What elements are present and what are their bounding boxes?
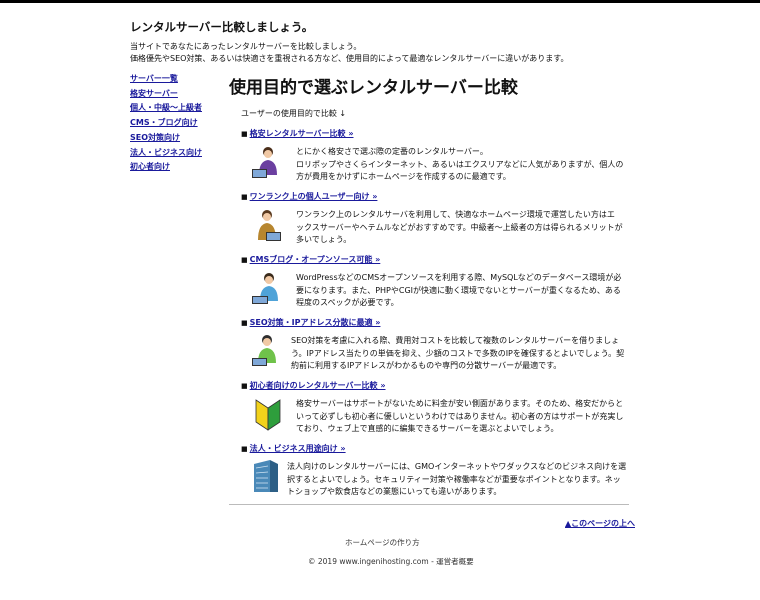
sidebar-item-business[interactable]: 法人・ビジネス向け (130, 146, 202, 161)
sidebar-item-seo[interactable]: SEO対策向け (130, 131, 202, 146)
section-description: 法人向けのレンタルサーバーには、GMOインターネットやワダックスなどのビジネス向… (287, 461, 626, 499)
footer-link-howto[interactable]: ホームページの作り方 (345, 537, 420, 548)
section-heading: ■ SEO対策・IPアドレス分散に最適 » (241, 317, 380, 328)
sidebar-item-personal[interactable]: 個人・中級～上級者 (130, 101, 202, 116)
bullet-icon: ■ (241, 255, 248, 264)
sidebar-nav: サーバー一覧 格安サーバー 個人・中級～上級者 CMS・ブログ向け SEO対策向… (130, 72, 202, 175)
copyright-text: © 2019 www.ingenihosting.com - 運営者概要 (308, 557, 474, 566)
section-link-beginner[interactable]: 初心者向けのレンタルサーバー比較 » (250, 380, 386, 391)
description-line: ロリポップやさくらインターネット、あるいはエクスリアなどに人気がありますが、個人… (296, 159, 624, 169)
section-description: とにかく格安さで選ぶ際の定番のレンタルサーバー。 ロリポップやさくらインターネッ… (296, 146, 623, 184)
intro-line: 当サイトであなたにあったレンタルサーバーを比較しましょう。 (130, 42, 362, 51)
description-line: 択するとよいでしょう。セキュリティー対策や稼働率などが重要なポイントとなります。… (287, 474, 621, 484)
section-description: ワンランク上のレンタルサーバを利用して、快適なホームページ環境で運営したい方はエ… (296, 209, 623, 247)
description-line: 法人向けのレンタルサーバーには、GMOインターネットやワダックスなどのビジネス向… (287, 462, 627, 471)
description-line: 程度のスペックが必要です。 (296, 298, 399, 307)
section-description: SEO対策を考慮に入れる際、費用対コストを比較して複数のレンタルサーバーを借りま… (291, 335, 624, 373)
sidebar-item-beginner[interactable]: 初心者向け (130, 160, 202, 175)
section-link-business[interactable]: 法人・ビジネス用途向け » (250, 443, 346, 454)
top-border (0, 0, 760, 3)
sidebar-item-cms[interactable]: CMS・ブログ向け (130, 116, 202, 131)
person-laptop-icon (252, 147, 277, 178)
description-line: いって必ずしも初心者に優しいというわけではありません。初心者の方はサポートが充実… (296, 411, 624, 421)
divider (229, 504, 629, 505)
description-line: 方が費用をかけずにホームページを作成するのに最適です。 (296, 172, 511, 181)
bullet-icon: ■ (241, 192, 248, 201)
section-heading: ■ CMSブログ・オープンソース可能 » (241, 254, 380, 265)
section-description: WordPressなどのCMSオープンソースを利用する際、MySQLなどのデータ… (296, 272, 621, 310)
description-line: ックスサーバーやヘテムルなどがおすすめです。中級者～上級者の方は得られるメリット… (296, 222, 623, 232)
description-line: トショップや飲食店などの業態にいっても違いがあります。 (287, 487, 502, 496)
description-line: ワンランク上のレンタルサーバを利用して、快適なホームページ環境で運営したい方はエ (296, 210, 615, 219)
bullet-icon: ■ (241, 381, 248, 390)
site-intro: 当サイトであなたにあったレンタルサーバーを比較しましょう。 価格優先やSEO対策… (130, 41, 569, 65)
description-line: ており、ウェブ上で直感的に編集できるサーバーを選ぶとよいでしょう。 (296, 424, 559, 433)
person-laptop-icon (252, 335, 276, 366)
sidebar-item-server-list[interactable]: サーバー一覧 (130, 72, 202, 87)
description-line: 要になります。また、PHPやCGIが快適に動く環境でないとサーバーが重くなるため… (296, 285, 621, 295)
section-heading: ■ 法人・ビジネス用途向け » (241, 443, 346, 454)
intro-line: 価格優先やSEO対策、あるいは快適さを重視される方など、使用目的によって最適なレ… (130, 54, 569, 63)
bullet-icon: ■ (241, 444, 248, 453)
section-link-cheap[interactable]: 格安レンタルサーバー比較 » (250, 128, 354, 139)
person-laptop-icon (252, 273, 278, 304)
description-line: WordPressなどのCMSオープンソースを利用する際、MySQLなどのデータ… (296, 273, 622, 282)
page-top-link[interactable]: ▲このページの上へ (565, 518, 635, 529)
site-title: レンタルサーバー比較しましょう。 (130, 20, 314, 34)
office-building-icon (254, 460, 278, 492)
section-heading: ■ ワンランク上の個人ユーザー向け » (241, 191, 377, 202)
description-line: SEO対策を考慮に入れる際、費用対コストを比較して複数のレンタルサーバーを借りま… (291, 336, 620, 345)
page-title: 使用目的で選ぶレンタルサーバー比較 (229, 78, 518, 98)
description-line: う。IPアドレス当たりの単価を抑え、少額のコストで多数のIPを確保するとよいでし… (291, 348, 625, 358)
lead-text: ユーザーの使用目的で比較 ↓ (241, 109, 347, 118)
section-description: 格安サーバーはサポートがないために料金が安い側面があります。そのため、格安だから… (296, 398, 623, 436)
section-link-seo[interactable]: SEO対策・IPアドレス分散に最適 » (250, 317, 381, 328)
description-line: とにかく格安さで選ぶ際の定番のレンタルサーバー。 (296, 147, 488, 156)
bullet-icon: ■ (241, 129, 248, 138)
beginner-mark-icon (255, 399, 281, 431)
section-heading: ■ 初心者向けのレンタルサーバー比較 » (241, 380, 386, 391)
section-link-personal[interactable]: ワンランク上の個人ユーザー向け » (250, 191, 378, 202)
description-line: 多いでしょう。 (296, 235, 352, 244)
description-line: 約前に利用するIPアドレスがわかるものや専門の分散サーバーが最適です。 (291, 361, 562, 370)
bullet-icon: ■ (241, 318, 248, 327)
section-link-cms[interactable]: CMSブログ・オープンソース可能 » (250, 254, 381, 265)
person-laptop-icon (258, 210, 281, 241)
description-line: 格安サーバーはサポートがないために料金が安い側面があります。そのため、格安だから… (296, 399, 624, 408)
section-heading: ■ 格安レンタルサーバー比較 » (241, 128, 354, 139)
sidebar-item-cheap[interactable]: 格安サーバー (130, 87, 202, 102)
